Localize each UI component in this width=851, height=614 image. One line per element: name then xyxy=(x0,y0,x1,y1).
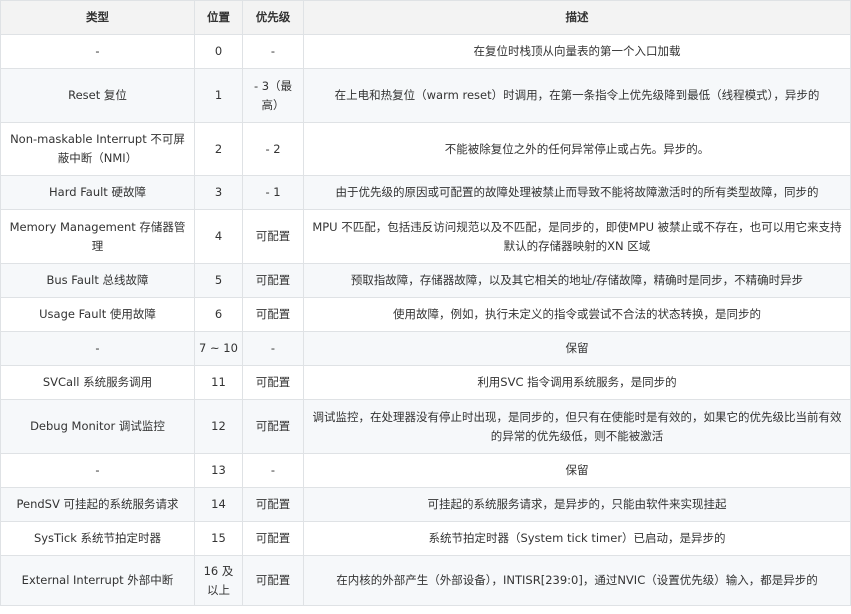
cell-description: 保留 xyxy=(303,453,851,488)
cell-position: 12 xyxy=(194,399,243,454)
table-row: - 13 - 保留 xyxy=(0,453,851,488)
cell-position: 13 xyxy=(194,453,243,488)
cell-type: SVCall 系统服务调用 xyxy=(0,365,195,400)
table-row: SVCall 系统服务调用 11 可配置 利用SVC 指令调用系统服务，是同步的 xyxy=(0,365,851,400)
cell-position: 14 xyxy=(194,487,243,522)
cell-type: Hard Fault 硬故障 xyxy=(0,175,195,210)
cell-position: 0 xyxy=(194,34,243,69)
cell-position: 3 xyxy=(194,175,243,210)
cell-description: 保留 xyxy=(303,331,851,366)
cell-type: - xyxy=(0,34,195,69)
table-row: PendSV 可挂起的系统服务请求 14 可配置 可挂起的系统服务请求，是异步的… xyxy=(0,487,851,522)
cell-type: Usage Fault 使用故障 xyxy=(0,297,195,332)
table-row: - 0 - 在复位时栈顶从向量表的第一个入口加载 xyxy=(0,34,851,69)
cell-priority: - xyxy=(242,34,304,69)
header-priority: 优先级 xyxy=(242,0,304,35)
cell-description: 可挂起的系统服务请求，是异步的，只能由软件来实现挂起 xyxy=(303,487,851,522)
cell-priority: - xyxy=(242,331,304,366)
cell-priority: - 1 xyxy=(242,175,304,210)
cell-type: Debug Monitor 调试监控 xyxy=(0,399,195,454)
table-row: Bus Fault 总线故障 5 可配置 预取指故障，存储器故障，以及其它相关的… xyxy=(0,263,851,298)
cell-priority: 可配置 xyxy=(242,263,304,298)
cell-position: 1 xyxy=(194,68,243,123)
cell-description: 在复位时栈顶从向量表的第一个入口加载 xyxy=(303,34,851,69)
header-description: 描述 xyxy=(303,0,851,35)
cell-description: 使用故障，例如，执行未定义的指令或尝试不合法的状态转换，是同步的 xyxy=(303,297,851,332)
table-row: External Interrupt 外部中断 16 及以上 可配置 在内核的外… xyxy=(0,555,851,606)
cell-priority: - 2 xyxy=(242,122,304,176)
table-row: Memory Management 存储器管理 4 可配置 MPU 不匹配，包括… xyxy=(0,209,851,264)
cell-priority: 可配置 xyxy=(242,487,304,522)
table-row: Debug Monitor 调试监控 12 可配置 调试监控，在处理器没有停止时… xyxy=(0,399,851,454)
cell-position: 4 xyxy=(194,209,243,264)
cell-position: 11 xyxy=(194,365,243,400)
cell-position: 2 xyxy=(194,122,243,176)
cell-position: 6 xyxy=(194,297,243,332)
cell-description: 在上电和热复位（warm reset）时调用，在第一条指令上优先级降到最低（线程… xyxy=(303,68,851,123)
cell-type: - xyxy=(0,453,195,488)
cell-priority: 可配置 xyxy=(242,209,304,264)
cell-description: 预取指故障，存储器故障，以及其它相关的地址/存储故障，精确时是同步，不精确时异步 xyxy=(303,263,851,298)
cell-position: 15 xyxy=(194,521,243,556)
cell-priority: - xyxy=(242,453,304,488)
cell-position: 16 及以上 xyxy=(194,555,243,606)
cell-type: Memory Management 存储器管理 xyxy=(0,209,195,264)
cell-priority: 可配置 xyxy=(242,521,304,556)
cell-type: Bus Fault 总线故障 xyxy=(0,263,195,298)
header-row: 类型 位置 优先级 描述 xyxy=(0,0,851,35)
header-type: 类型 xyxy=(0,0,195,35)
cell-priority: - 3（最高） xyxy=(242,68,304,123)
cell-description: 在内核的外部产生（外部设备），INTISR[239:0]，通过NVIC（设置优先… xyxy=(303,555,851,606)
table-row: Hard Fault 硬故障 3 - 1 由于优先级的原因或可配置的故障处理被禁… xyxy=(0,175,851,210)
header-position: 位置 xyxy=(194,0,243,35)
cell-description: 不能被除复位之外的任何异常停止或占先。异步的。 xyxy=(303,122,851,176)
cell-description: 由于优先级的原因或可配置的故障处理被禁止而导致不能将故障激活时的所有类型故障，同… xyxy=(303,175,851,210)
table-row: Reset 复位 1 - 3（最高） 在上电和热复位（warm reset）时调… xyxy=(0,68,851,123)
cell-type: Non-maskable Interrupt 不可屏蔽中断（NMI） xyxy=(0,122,195,176)
cell-priority: 可配置 xyxy=(242,365,304,400)
cell-type: - xyxy=(0,331,195,366)
cell-description: 利用SVC 指令调用系统服务，是同步的 xyxy=(303,365,851,400)
cell-type: SysTick 系统节拍定时器 xyxy=(0,521,195,556)
cell-priority: 可配置 xyxy=(242,297,304,332)
table-row: Non-maskable Interrupt 不可屏蔽中断（NMI） 2 - 2… xyxy=(0,122,851,176)
cell-description: 调试监控，在处理器没有停止时出现，是同步的，但只有在使能时是有效的，如果它的优先… xyxy=(303,399,851,454)
exception-table: 类型 位置 优先级 描述 - 0 - 在复位时栈顶从向量表的第一个入口加载 Re… xyxy=(0,0,851,606)
cell-type: Reset 复位 xyxy=(0,68,195,123)
table-row: - 7 ~ 10 - 保留 xyxy=(0,331,851,366)
cell-priority: 可配置 xyxy=(242,399,304,454)
table-row: Usage Fault 使用故障 6 可配置 使用故障，例如，执行未定义的指令或… xyxy=(0,297,851,332)
cell-position: 5 xyxy=(194,263,243,298)
cell-position: 7 ~ 10 xyxy=(194,331,243,366)
cell-description: 系统节拍定时器（System tick timer）已启动，是异步的 xyxy=(303,521,851,556)
table-row: SysTick 系统节拍定时器 15 可配置 系统节拍定时器（System ti… xyxy=(0,521,851,556)
cell-type: PendSV 可挂起的系统服务请求 xyxy=(0,487,195,522)
cell-description: MPU 不匹配，包括违反访问规范以及不匹配，是同步的，即使MPU 被禁止或不存在… xyxy=(303,209,851,264)
cell-type: External Interrupt 外部中断 xyxy=(0,555,195,606)
cell-priority: 可配置 xyxy=(242,555,304,606)
